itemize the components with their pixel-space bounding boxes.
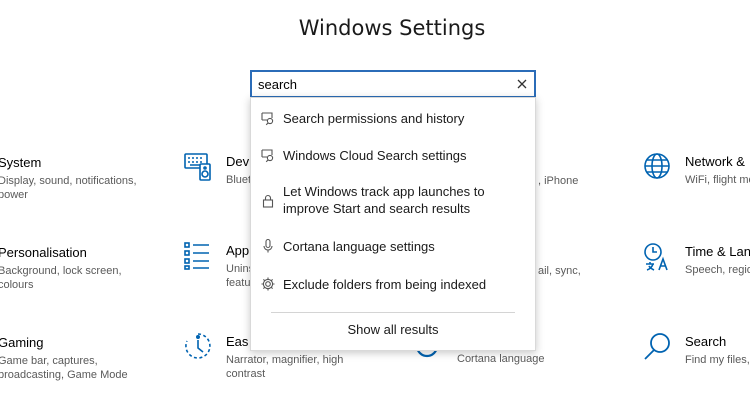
suggestion-item[interactable]: Let Windows track app launches to improve… [251, 182, 535, 220]
time-language-icon [644, 243, 668, 271]
search-icon [644, 333, 670, 360]
globe-icon [644, 153, 670, 179]
tile-system-name: System [0, 155, 42, 170]
tile-network-name: Network & [685, 154, 745, 169]
tile-system-desc: Display, sound, notifications, power [0, 175, 137, 201]
tile-network-desc: WiFi, flight mo [685, 174, 750, 186]
divider [271, 312, 515, 313]
tile-gaming-desc: Game bar, captures, broadcasting, Game Mo… [0, 355, 128, 381]
suggestion-item[interactable]: Search permissions and history [251, 108, 535, 130]
shield-search-icon [261, 149, 274, 163]
tile-search-desc: Find my files, p [685, 354, 750, 366]
suggestion-label: Search permissions and history [283, 111, 465, 126]
tile-ease-desc: Narrator, magnifier, high contrast [226, 354, 344, 380]
tile-devices-name: Devi [226, 154, 253, 169]
tile-time-name: Time & Lang [685, 244, 750, 259]
tile-apps-name: App [226, 243, 250, 258]
tile-cortana-desc: Cortana language [457, 353, 545, 365]
tile-ease-name: Eas [226, 334, 249, 349]
tile-personalisation-name: Personalisation [0, 245, 87, 260]
page-title: Windows Settings [298, 16, 486, 40]
tile-personalisation-desc: Background, lock screen, colours [0, 265, 122, 291]
show-all-results-button[interactable]: Show all results [251, 322, 535, 337]
ease-of-access-icon [185, 333, 211, 359]
suggestion-label: Let Windows track app launches to improve… [283, 184, 485, 216]
tile-accounts-desc: ail, sync, [538, 265, 581, 277]
lock-icon [262, 194, 274, 208]
tile-devices-desc: Bluet [226, 174, 252, 186]
apps-list-icon [184, 242, 209, 270]
gear-icon [261, 277, 275, 291]
close-icon[interactable] [515, 77, 529, 91]
microphone-icon [263, 238, 273, 253]
suggestion-label: Exclude folders from being indexed [283, 277, 487, 292]
suggestion-item[interactable]: Windows Cloud Search settings [251, 145, 535, 167]
search-suggestions-dropdown: Search permissions and history Windows C… [250, 97, 536, 351]
tile-gaming-name: Gaming [0, 335, 44, 350]
suggestion-label: Windows Cloud Search settings [283, 148, 467, 163]
suggestion-item[interactable]: Exclude folders from being indexed [251, 274, 535, 296]
tile-phone-desc: , iPhone [538, 175, 579, 187]
suggestion-item[interactable]: Cortana language settings [251, 236, 535, 258]
shield-search-icon [261, 112, 274, 126]
tile-search-name: Search [685, 334, 727, 349]
search-box[interactable] [250, 70, 536, 98]
keyboard-speaker-icon [184, 153, 211, 181]
search-input[interactable] [258, 75, 508, 93]
suggestion-label: Cortana language settings [283, 239, 435, 254]
tile-time-desc: Speech, regio [685, 264, 750, 276]
